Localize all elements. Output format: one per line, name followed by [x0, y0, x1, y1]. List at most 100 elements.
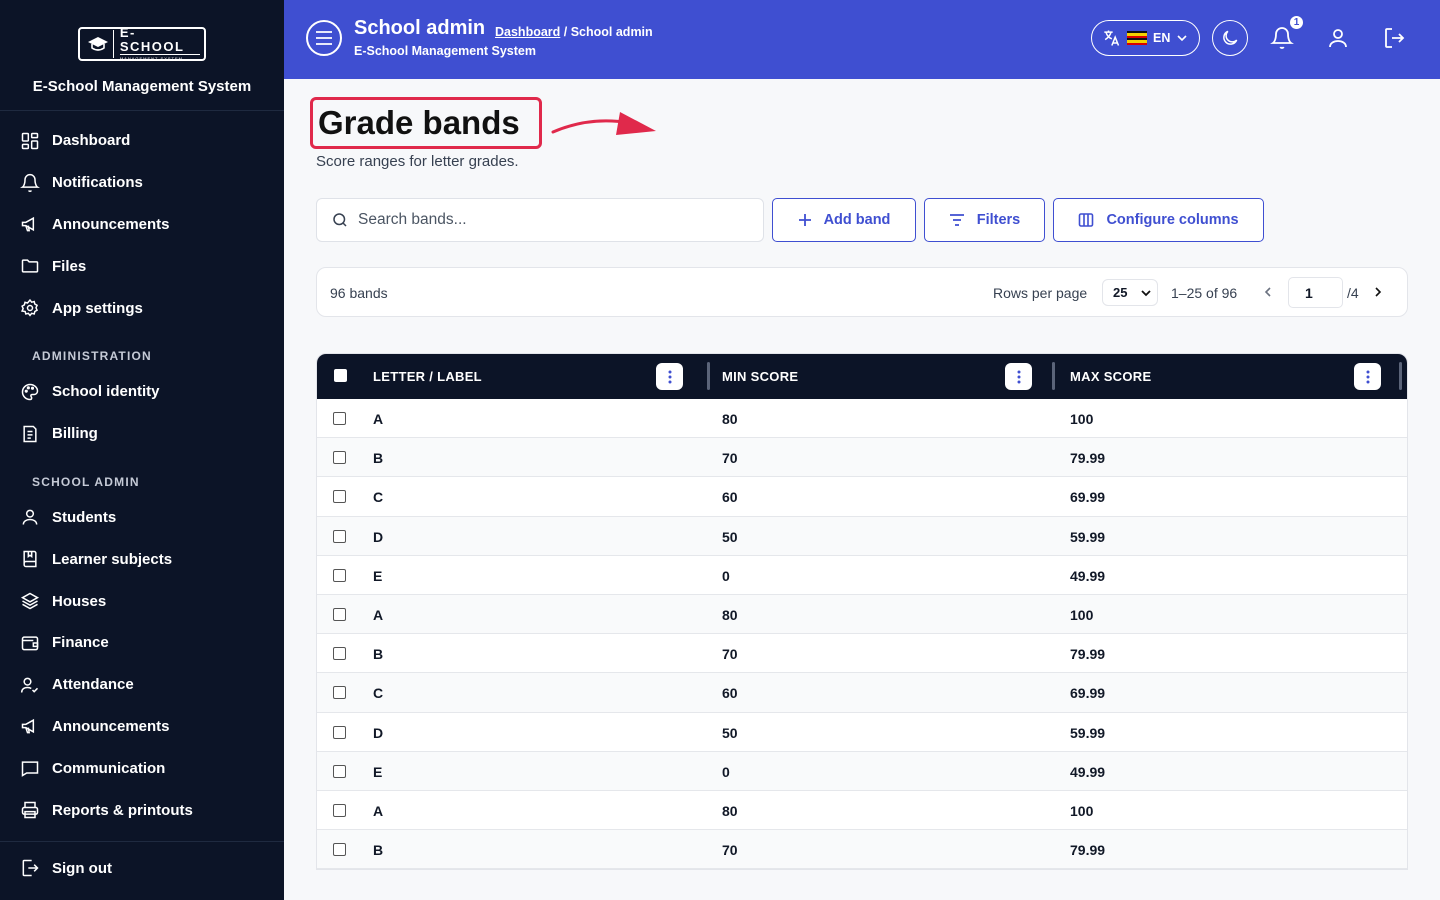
table-row[interactable]: D 50 59.99	[317, 516, 1407, 556]
table-row[interactable]: C 60 69.99	[317, 477, 1407, 517]
column-menu-button[interactable]	[1005, 363, 1032, 390]
language-selector[interactable]: EN	[1091, 20, 1200, 56]
cell-letter: B	[373, 450, 384, 467]
chevron-right-icon[interactable]	[1371, 284, 1385, 300]
sidebar-item-label: Communication	[52, 759, 166, 777]
sidebar-item-label: Houses	[52, 592, 107, 610]
wallet-icon	[21, 636, 39, 651]
table-row[interactable]: C 60 69.99	[317, 673, 1407, 713]
record-count: 96 bands	[330, 285, 388, 301]
sidebar-item-learner-subjects[interactable]: Learner subjects	[0, 538, 284, 580]
book-icon	[23, 551, 37, 568]
table-row[interactable]: B 70 79.99	[317, 438, 1407, 478]
column-header-letter[interactable]: LETTER / LABEL	[373, 354, 482, 399]
cell-letter: C	[373, 685, 384, 702]
table-row[interactable]: E 0 49.99	[317, 556, 1407, 595]
sidebar-item-label: Announcements	[52, 215, 170, 233]
sidebar: E-SCHOOL MANAGEMENT SYSTEM E-School Mana…	[0, 0, 284, 900]
column-resize-handle[interactable]	[707, 362, 710, 390]
cell-max-score: 49.99	[1070, 763, 1106, 780]
row-checkbox[interactable]	[333, 803, 346, 817]
table-row[interactable]: A 80 100	[317, 399, 1407, 439]
table-row[interactable]: A 80 100	[317, 791, 1407, 831]
logout-button[interactable]	[1382, 26, 1406, 50]
column-header-min-score[interactable]: MIN SCORE	[722, 354, 798, 399]
grade-bands-table: LETTER / LABEL MIN SCORE MAX SCORE A 80 10…	[316, 353, 1408, 871]
table-body: A 80 100 B 70 79.99 C 60 69.99 D 50 59.99 E 0 49.9…	[317, 399, 1407, 870]
table-row[interactable]: A 80 100	[317, 594, 1407, 635]
row-checkbox[interactable]	[333, 647, 346, 661]
graduation-cap-icon	[84, 30, 114, 58]
sidebar-item-students[interactable]: Students	[0, 497, 284, 539]
row-checkbox[interactable]	[333, 725, 346, 739]
sidebar-item-app-settings[interactable]: App settings	[0, 287, 284, 329]
header-subtitle: E-School Management System	[354, 44, 536, 58]
search-box	[316, 198, 764, 242]
menu-toggle-button[interactable]	[306, 20, 342, 56]
sidebar-item-files[interactable]: Files	[0, 245, 284, 287]
megaphone-icon	[21, 217, 35, 232]
breadcrumb-dashboard-link[interactable]: Dashboard	[495, 25, 560, 39]
notifications-button[interactable]	[1270, 26, 1294, 50]
sidebar-item-reports[interactable]: Reports & printouts	[0, 789, 284, 831]
column-menu-button[interactable]	[1354, 363, 1381, 390]
cell-max-score: 69.99	[1070, 489, 1106, 506]
sidebar-item-billing[interactable]: Billing	[0, 413, 284, 455]
table-row[interactable]: E 0 49.99	[317, 751, 1407, 791]
column-menu-button[interactable]	[656, 363, 683, 390]
language-code: EN	[1153, 31, 1171, 45]
row-checkbox[interactable]	[333, 607, 346, 621]
rows-per-page-label: Rows per page	[993, 285, 1088, 301]
select-all-checkbox[interactable]	[334, 369, 347, 382]
cell-letter: D	[373, 528, 384, 545]
column-resize-handle[interactable]	[1399, 362, 1402, 390]
rows-per-page-select[interactable]: 25	[1102, 279, 1158, 306]
table-row[interactable]: B 70 79.99	[317, 634, 1407, 674]
theme-toggle-button[interactable]	[1212, 20, 1248, 56]
plus-icon	[798, 214, 811, 226]
search-input[interactable]	[358, 211, 738, 229]
row-checkbox[interactable]	[333, 412, 346, 425]
cell-letter: A	[373, 606, 384, 623]
row-checkbox[interactable]	[333, 490, 346, 504]
row-checkbox[interactable]	[333, 568, 346, 582]
sign-out-button[interactable]: Sign out	[0, 842, 284, 894]
sidebar-item-label: Finance	[52, 634, 109, 652]
add-band-button[interactable]: Add band	[772, 198, 916, 242]
dots-vertical-icon	[668, 370, 671, 383]
row-checkbox[interactable]	[333, 451, 346, 465]
configure-columns-label: Configure columns	[1106, 212, 1239, 228]
sidebar-item-announcements[interactable]: Announcements	[0, 204, 284, 246]
sidebar-item-houses[interactable]: Houses	[0, 580, 284, 622]
cell-min-score: 0	[722, 567, 730, 584]
breadcrumb: Dashboard / School admin	[495, 25, 653, 39]
row-checkbox[interactable]	[333, 764, 346, 778]
filters-button[interactable]: Filters	[924, 198, 1045, 242]
sidebar-item-label: Announcements	[52, 717, 170, 735]
sidebar-item-school-identity[interactable]: School identity	[0, 371, 284, 413]
logo-main-text: E-SCHOOL	[119, 25, 185, 54]
profile-button[interactable]	[1326, 26, 1350, 50]
sidebar-item-announcements-school[interactable]: Announcements	[0, 706, 284, 748]
table-row[interactable]: D 50 59.99	[317, 713, 1407, 752]
sidebar-item-dashboard[interactable]: Dashboard	[0, 120, 284, 162]
user-check-icon	[20, 677, 39, 693]
sidebar-item-communication[interactable]: Communication	[0, 747, 284, 789]
sidebar-item-attendance[interactable]: Attendance	[0, 664, 284, 706]
row-checkbox[interactable]	[333, 843, 346, 857]
sidebar-item-notifications[interactable]: Notifications	[0, 162, 284, 204]
chevron-left-icon[interactable]	[1261, 284, 1275, 300]
chevron-down-icon	[1177, 35, 1187, 42]
sidebar-item-finance[interactable]: Finance	[0, 622, 284, 664]
page-number-input[interactable]: 1	[1288, 277, 1343, 308]
cell-min-score: 50	[722, 528, 738, 545]
column-header-max-score[interactable]: MAX SCORE	[1070, 354, 1151, 399]
column-resize-handle[interactable]	[1052, 362, 1055, 390]
sidebar-item-label: Learner subjects	[52, 550, 173, 568]
row-checkbox[interactable]	[333, 686, 346, 700]
logo[interactable]: E-SCHOOL MANAGEMENT SYSTEM	[78, 25, 206, 61]
table-row[interactable]: B 70 79.99	[317, 830, 1407, 870]
configure-columns-button[interactable]: Configure columns	[1053, 198, 1264, 242]
cell-max-score: 59.99	[1070, 724, 1106, 741]
row-checkbox[interactable]	[333, 529, 346, 543]
